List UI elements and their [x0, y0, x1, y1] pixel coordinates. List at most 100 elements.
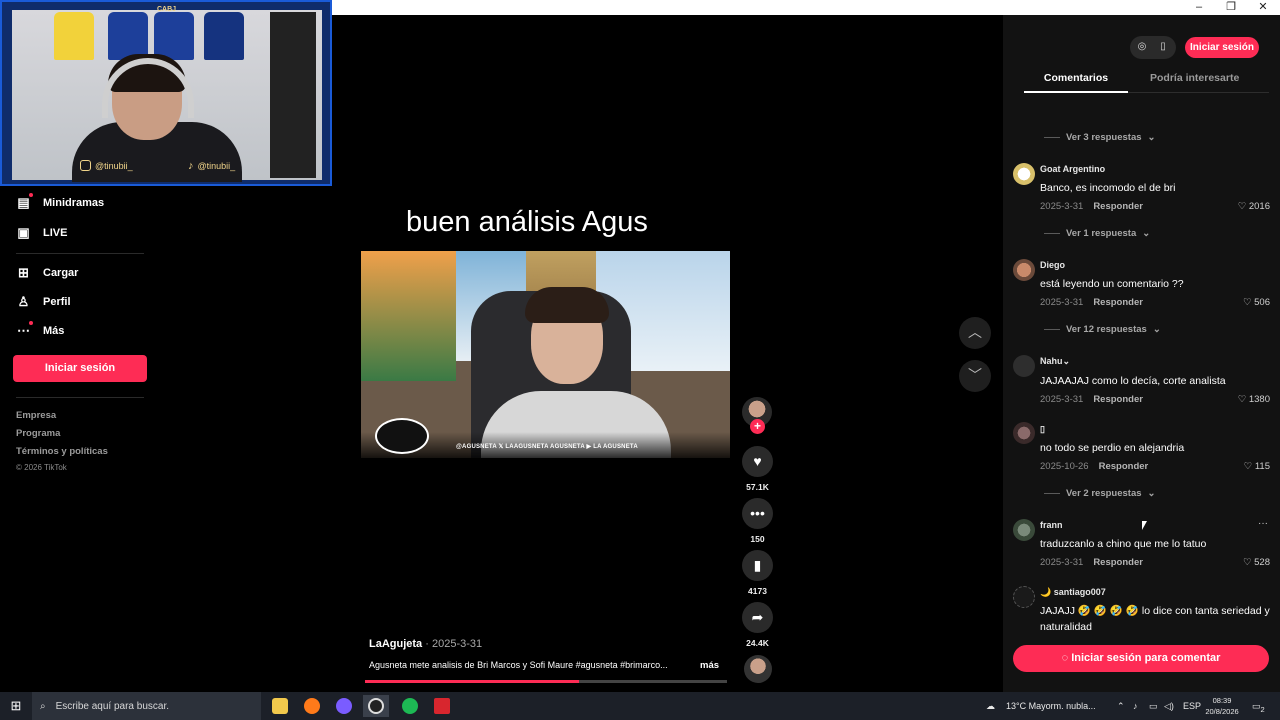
- sidebar-item-upload[interactable]: ⊞ Cargar: [16, 265, 78, 280]
- chevron-down-icon: ⌄: [1142, 228, 1151, 239]
- comment-like[interactable]: ♡ 115: [1230, 461, 1270, 472]
- weather-icon[interactable]: ☁: [986, 692, 995, 720]
- sidebar-item-live[interactable]: ▣ LIVE: [16, 225, 67, 240]
- sidebar-item-label: LIVE: [43, 226, 68, 239]
- windows-start-icon[interactable]: ⊞: [0, 692, 32, 720]
- heart-outline-icon: ♡: [1243, 461, 1253, 472]
- video-player[interactable]: @AGUSNETA 𝕏 LAAGUSNETA AGUSNETA ▶ LA AGU…: [361, 251, 730, 458]
- jersey-blue-2: [154, 12, 194, 60]
- previous-video-button[interactable]: ︿: [959, 317, 991, 349]
- heart-outline-icon: ♡: [1237, 201, 1247, 212]
- music-disc-avatar[interactable]: [744, 655, 772, 683]
- taskbar-search-box[interactable]: ⌕ Escribe aquí para buscar.: [32, 692, 261, 720]
- like-button[interactable]: ♥: [742, 446, 773, 477]
- sidebar-item-minidramas[interactable]: ▤ Minidramas: [16, 193, 105, 210]
- notification-icon[interactable]: ▭2: [1252, 692, 1265, 720]
- comment-text: traduzcanlo a chino que me lo tatuo: [1040, 538, 1207, 550]
- comment-like[interactable]: ♡ 528: [1230, 557, 1270, 568]
- share-arrow-icon: ➦: [751, 609, 764, 625]
- comment-like[interactable]: ♡ 506: [1230, 297, 1270, 308]
- sidebar-item-label: Minidramas: [43, 196, 105, 209]
- comment-like[interactable]: ♡ 1380: [1230, 394, 1270, 405]
- reply-button[interactable]: Responder: [1093, 394, 1143, 405]
- tab-comments[interactable]: Comentarios: [1024, 72, 1128, 84]
- notification-count: 2: [1260, 704, 1265, 714]
- comment-options-icon[interactable]: ···: [1258, 518, 1268, 529]
- footer-link-empresa[interactable]: Empresa: [16, 410, 56, 421]
- video-progress-fill: [365, 680, 579, 683]
- firefox-icon[interactable]: [299, 695, 325, 717]
- footer-link-terms[interactable]: Términos y políticas: [16, 446, 108, 457]
- comment-username[interactable]: Nahu⌄: [1040, 356, 1070, 367]
- microphone-icon[interactable]: ♪: [1133, 692, 1138, 720]
- minimize-button[interactable]: –: [1184, 0, 1214, 15]
- next-video-button[interactable]: ﹀: [959, 360, 991, 392]
- discord-icon[interactable]: [331, 695, 357, 717]
- author-name[interactable]: LaAgujeta: [369, 638, 422, 650]
- sidebar-item-profile[interactable]: ♙ Perfil: [16, 294, 71, 309]
- view-replies-link[interactable]: Ver 12 respuestas ⌄: [1044, 324, 1161, 335]
- view-replies-link[interactable]: Ver 1 respuesta ⌄: [1044, 228, 1150, 239]
- view-replies-link[interactable]: Ver 3 respuestas ⌄: [1044, 132, 1156, 143]
- video-app-icon[interactable]: [429, 695, 455, 717]
- comment-avatar[interactable]: [1013, 355, 1035, 377]
- comment-username[interactable]: 🌙 santiago007: [1040, 587, 1106, 598]
- compass-icon[interactable]: ◎: [1133, 38, 1151, 56]
- comment-username[interactable]: Goat Argentino: [1040, 164, 1105, 174]
- volume-icon[interactable]: ◁): [1164, 692, 1174, 720]
- spotify-icon[interactable]: [397, 695, 423, 717]
- header-login-button[interactable]: Iniciar sesión: [1185, 37, 1259, 58]
- view-replies-link[interactable]: Ver 2 respuestas ⌄: [1044, 488, 1156, 499]
- tiktok-handle-row: ♪ @tinubii_: [188, 160, 235, 172]
- comment-username[interactable]: ▯: [1040, 424, 1045, 435]
- comment-like[interactable]: ♡ 2016: [1230, 201, 1270, 212]
- comment-username[interactable]: Diego: [1040, 260, 1065, 270]
- taskbar-clock[interactable]: 08:39 20/8/2026: [1200, 695, 1244, 717]
- follow-plus-icon[interactable]: +: [750, 419, 765, 434]
- comment-avatar[interactable]: [1013, 259, 1035, 281]
- comment-meta: 2025-3-31 Responder: [1040, 394, 1143, 405]
- share-button[interactable]: ➦: [742, 602, 773, 633]
- login-to-comment-button[interactable]: ◌ Iniciar sesión para comentar: [1013, 645, 1269, 672]
- more-link[interactable]: más: [700, 660, 719, 671]
- tray-chevron-up-icon[interactable]: ⌃: [1117, 692, 1125, 720]
- reply-button[interactable]: Responder: [1099, 461, 1149, 472]
- sidebar-item-more[interactable]: ⋯ Más: [16, 321, 64, 338]
- restore-button[interactable]: ❐: [1216, 0, 1246, 15]
- windows-taskbar: ⊞ ⌕ Escribe aquí para buscar. ☁ 13°C May…: [0, 692, 1280, 720]
- jersey-blue: [108, 12, 148, 60]
- save-button[interactable]: ▮: [742, 550, 773, 581]
- close-button[interactable]: ✕: [1248, 0, 1278, 15]
- creator-hair: [525, 287, 609, 323]
- mouse-cursor: [1142, 521, 1147, 530]
- tab-suggested[interactable]: Podría interesarte: [1150, 72, 1239, 84]
- comment-avatar[interactable]: [1013, 422, 1035, 444]
- footer-link-programa[interactable]: Programa: [16, 428, 60, 439]
- weather-text[interactable]: 13°C Mayorm. nubla...: [1006, 692, 1096, 720]
- phone-icon[interactable]: ▯: [1154, 38, 1172, 56]
- comment-button[interactable]: •••: [742, 498, 773, 529]
- language-indicator[interactable]: ESP: [1183, 692, 1201, 720]
- comment-icon: •••: [750, 505, 765, 521]
- login-to-comment-label: Iniciar sesión para comentar: [1071, 652, 1221, 664]
- tiktok-handle: @tinubii_: [197, 161, 236, 171]
- video-progress-bar[interactable]: [365, 680, 727, 683]
- file-explorer-icon[interactable]: [267, 695, 293, 717]
- clock-date: 20/8/2026: [1205, 707, 1239, 716]
- comment-avatar[interactable]: [1013, 519, 1035, 541]
- comment-username[interactable]: frann: [1040, 520, 1063, 530]
- reply-button[interactable]: Responder: [1093, 297, 1143, 308]
- obs-icon[interactable]: [363, 695, 389, 717]
- network-icon[interactable]: ▭: [1149, 692, 1158, 720]
- comment-avatar[interactable]: [1013, 163, 1035, 185]
- comment-date: 2025-3-31: [1040, 394, 1084, 405]
- comment-meta: 2025-3-31 Responder: [1040, 557, 1143, 568]
- comment-avatar[interactable]: [1013, 586, 1035, 608]
- reply-button[interactable]: Responder: [1093, 557, 1143, 568]
- reply-button[interactable]: Responder: [1093, 201, 1143, 212]
- like-count: 57.1K: [746, 482, 769, 492]
- sidebar-login-button[interactable]: Iniciar sesión: [13, 355, 147, 382]
- webcam-door: [270, 12, 316, 178]
- post-date: · 2025-3-31: [425, 638, 483, 650]
- video-description: Agusneta mete analisis de Bri Marcos y S…: [369, 660, 668, 670]
